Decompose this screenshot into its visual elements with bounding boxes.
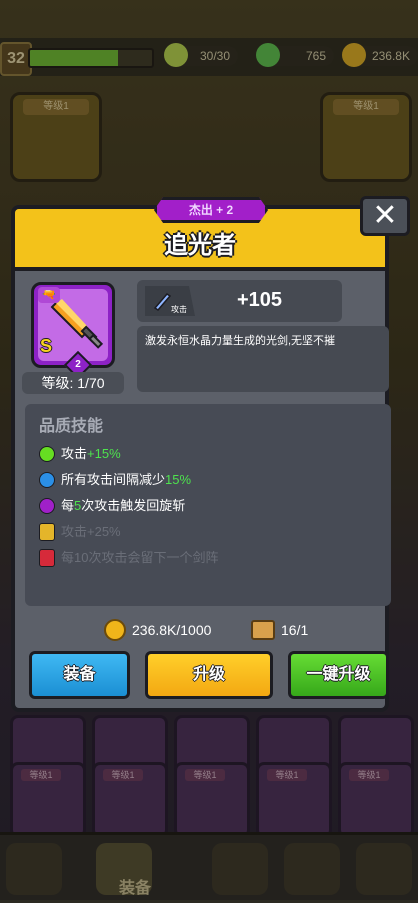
skill-dot-icon (39, 446, 55, 462)
skill-value: +15% (87, 446, 121, 461)
attack-stat-value: +105 (237, 289, 283, 311)
attack-stat-label: 攻击 (171, 305, 187, 314)
quality-skills-title: 品质技能 (39, 418, 104, 435)
skill-text: 所有攻击间隔减少 (61, 472, 166, 487)
upgrade-button[interactable]: 升级 (145, 651, 273, 699)
equip-button[interactable]: 装备 (29, 651, 130, 699)
locked-skill-text: 每10次攻击会留下一个剑阵 (61, 550, 219, 565)
blade-icon (153, 293, 172, 311)
item-description: 激发永恒水晶力量生成的光剑,无坚不摧 (137, 326, 389, 392)
skill-text-suffix: 次攻击触发回旋斩 (81, 498, 186, 513)
weapon-type-icon: 🔫 (38, 287, 60, 303)
item-title: 追光者 (164, 232, 236, 259)
scroll-cost: 16/1 (281, 622, 309, 638)
rarity-tag: 杰出 + 2 (154, 197, 268, 223)
item-level: 等级: 1/70 (22, 372, 124, 394)
gold-cost: 236.8K/1000 (132, 622, 212, 638)
lock-icon (39, 523, 55, 541)
quality-skills-panel: 品质技能 攻击+15% 所有攻击间隔减少15% 每5次攻击触发回旋斩 攻击+25… (25, 404, 391, 606)
attack-stat-icon-area: 攻击 (145, 286, 195, 316)
close-button[interactable]: ✕ (360, 196, 410, 236)
star-count: 2 (75, 359, 81, 370)
locked-skill-text: 攻击+25% (61, 524, 121, 539)
grade-letter: S (40, 336, 53, 356)
skill-dot-icon (39, 472, 55, 488)
close-icon: ✕ (372, 199, 398, 232)
skill-text: 每 (61, 498, 75, 513)
skill-dot-icon (39, 498, 55, 514)
skill-value: 15% (165, 472, 192, 487)
scroll-icon (251, 620, 275, 640)
lock-icon (39, 549, 55, 567)
skill-text: 攻击 (61, 446, 88, 461)
item-icon-card: 🔫 S 2 (31, 282, 115, 380)
one-key-upgrade-button[interactable]: 一键升级 (288, 651, 389, 699)
coin-icon (104, 619, 126, 641)
attack-stat: 攻击 +105 (137, 280, 342, 322)
